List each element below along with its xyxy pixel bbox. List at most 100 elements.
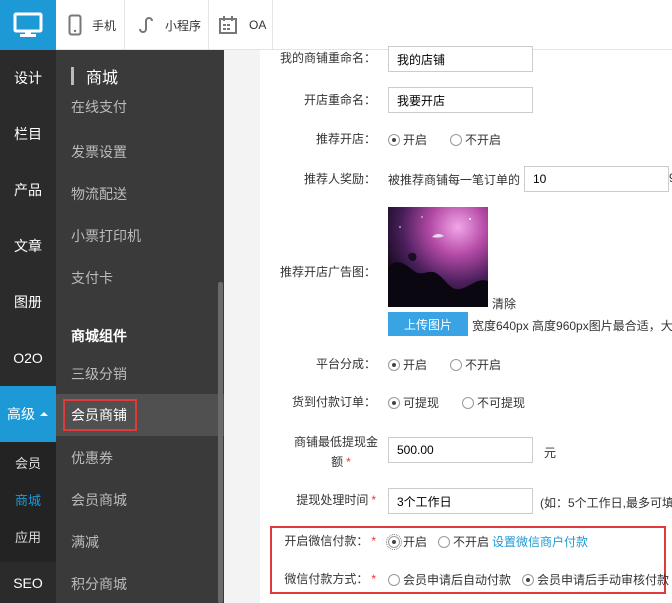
radio-label: 不开启 xyxy=(465,358,502,372)
radio-label: 会员申请后自动付款 xyxy=(403,573,512,587)
sidebar-item-distribution[interactable]: 三级分销 xyxy=(56,353,224,395)
sidebar-item-pay-card[interactable]: 支付卡 xyxy=(56,257,224,299)
sidebar-item-points-mall[interactable]: 积分商城 xyxy=(56,563,224,603)
ad-image-preview xyxy=(388,207,488,307)
reward-prefix-text: 被推荐商铺每一笔订单的 xyxy=(388,173,521,187)
clear-image-link[interactable]: 清除 xyxy=(492,295,516,312)
radio-label: 不开启 xyxy=(465,133,502,147)
radio-label: 不开启 xyxy=(453,535,490,549)
cod-not-withdrawable-radio[interactable]: 不可提现 xyxy=(462,394,525,411)
rail-item-o2o[interactable]: O2O xyxy=(0,330,56,386)
rail-sub-apps[interactable]: 应用 xyxy=(0,527,56,546)
rail-sub-label: 应用 xyxy=(14,530,41,545)
field-label-line: 商铺最低提现金 xyxy=(293,435,378,449)
sidebar-item-label: 在线支付 xyxy=(71,99,127,115)
sidebar-item-invoice[interactable]: 发票设置 xyxy=(56,131,224,173)
rail-sub-members[interactable]: 会员 xyxy=(0,453,56,472)
cod-withdrawable-radio[interactable]: 可提现 xyxy=(388,394,439,411)
radio-dot xyxy=(388,396,400,409)
field-label: 货到付款订单： xyxy=(291,395,376,409)
rail-item-seo[interactable]: SEO xyxy=(0,562,56,603)
wechat-pay-manual-radio[interactable]: 会员申请后手动审核付款 xyxy=(522,571,669,588)
sidebar-item-online-payment[interactable]: 在线支付 xyxy=(56,90,224,124)
rail-item-label: 文章 xyxy=(14,238,42,254)
rail-item-columns[interactable]: 栏目 xyxy=(0,106,56,162)
radio-dot xyxy=(386,533,402,550)
divider xyxy=(208,0,209,50)
radio-dot xyxy=(450,133,462,146)
reward-percent-input[interactable]: 10 xyxy=(524,166,669,192)
currency-unit: 元 xyxy=(544,446,557,460)
rail-item-products[interactable]: 产品 xyxy=(0,162,56,218)
sidebar-title-text: 商城 xyxy=(86,70,119,87)
rail-item-articles[interactable]: 文章 xyxy=(0,218,56,274)
field-label: 商铺最低提现金 额 * xyxy=(264,432,378,472)
required-mark: * xyxy=(371,493,376,507)
sidebar-item-receipt-printer[interactable]: 小票打印机 xyxy=(56,215,224,257)
field-label: 推荐开店广告图： xyxy=(279,265,376,279)
sidebar-item-member-mall[interactable]: 会员商城 xyxy=(56,479,224,521)
sidebar-item-label: 会员商城 xyxy=(71,492,127,508)
wechat-pay-on-radio[interactable]: 开启 xyxy=(386,533,428,550)
min-withdraw-input[interactable]: 500.00 xyxy=(388,437,533,463)
primary-rail: 设计 栏目 产品 文章 图册 O2O 高级 会员 商城 应用 SEO xyxy=(0,0,56,603)
withdraw-time-input[interactable]: 3个工作日 xyxy=(388,488,533,514)
tab-phone[interactable]: 手机 xyxy=(68,0,116,50)
field-label: 开店重命名： xyxy=(303,93,376,107)
radio-dot xyxy=(388,133,400,146)
title-bar-mark xyxy=(71,67,74,85)
rail-item-label: 高级 xyxy=(7,406,35,422)
open-rename-input[interactable]: 我要开店 xyxy=(388,87,533,113)
sidebar-item-coupons[interactable]: 优惠券 xyxy=(56,437,224,479)
rail-item-label: 栏目 xyxy=(14,126,42,142)
sidebar-item-discount[interactable]: 满减 xyxy=(56,521,224,563)
main-content: 我的商铺重命名： 我的店铺 开店重命名： 我要开店 推荐开店： 开启 不开启 推… xyxy=(224,46,672,603)
field-label: 推荐人奖励： xyxy=(303,172,376,186)
sidebar-item-label: 三级分销 xyxy=(71,366,127,382)
field-label: 开启微信付款： * xyxy=(264,533,376,549)
rail-item-gallery[interactable]: 图册 xyxy=(0,274,56,330)
field-label-line: 额 * xyxy=(264,452,378,472)
sidebar-item-label: 积分商城 xyxy=(71,576,127,592)
tab-label: 小程序 xyxy=(165,18,202,33)
withdraw-time-hint: (如：5个工作日,最多可填 xyxy=(540,496,672,510)
field-label-line-text: 额 xyxy=(331,455,344,469)
rail-sub-mall[interactable]: 商城 xyxy=(0,490,56,509)
sidebar-item-label: 发票设置 xyxy=(71,144,127,160)
radio-dot xyxy=(522,573,534,586)
radio-label: 不可提现 xyxy=(477,396,526,410)
wechat-pay-auto-radio[interactable]: 会员申请后自动付款 xyxy=(388,571,511,588)
wechat-pay-off-radio[interactable]: 不开启 xyxy=(438,533,489,550)
field-label-text: 提现处理时间 xyxy=(296,493,369,507)
rail-item-design[interactable]: 设计 xyxy=(0,50,56,106)
rail-item-advanced[interactable]: 高级 xyxy=(0,386,56,442)
upload-image-button[interactable]: 上传图片 xyxy=(388,312,468,336)
radio-dot xyxy=(450,358,462,371)
caret-up-icon xyxy=(40,412,48,416)
required-mark: * xyxy=(346,455,351,469)
sidebar-item-label: 支付卡 xyxy=(71,270,113,286)
rail-item-label: 产品 xyxy=(14,182,42,198)
radio-label: 开启 xyxy=(403,133,428,147)
rail-item-label: O2O xyxy=(13,350,43,366)
rail-item-label: SEO xyxy=(13,574,43,591)
recommend-open-on-radio[interactable]: 开启 xyxy=(388,131,427,148)
sidebar-scrollbar[interactable] xyxy=(218,282,223,603)
tab-mini-program[interactable]: 小程序 xyxy=(136,0,201,50)
platform-share-off-radio[interactable]: 不开启 xyxy=(450,356,501,373)
field-label: 推荐开店： xyxy=(315,132,376,146)
monitor-logo-icon[interactable] xyxy=(0,0,56,50)
radio-label: 开启 xyxy=(403,535,428,549)
sidebar-item-label: 物流配送 xyxy=(71,186,127,202)
sidebar-item-logistics[interactable]: 物流配送 xyxy=(56,173,224,215)
image-size-hint: 宽度640px 高度960px图片最合适，大 xyxy=(472,319,672,333)
tab-oa[interactable]: OA xyxy=(218,0,266,50)
divider xyxy=(272,0,273,50)
shop-rename-input[interactable]: 我的店铺 xyxy=(388,46,533,72)
wechat-merchant-settings-link[interactable]: 设置微信商户付款 xyxy=(492,533,588,550)
sidebar-item-label: 满减 xyxy=(71,534,99,550)
platform-share-on-radio[interactable]: 开启 xyxy=(388,356,427,373)
content-gutter xyxy=(224,50,260,603)
recommend-open-off-radio[interactable]: 不开启 xyxy=(450,131,501,148)
field-label: 我的商铺重命名： xyxy=(279,51,376,65)
